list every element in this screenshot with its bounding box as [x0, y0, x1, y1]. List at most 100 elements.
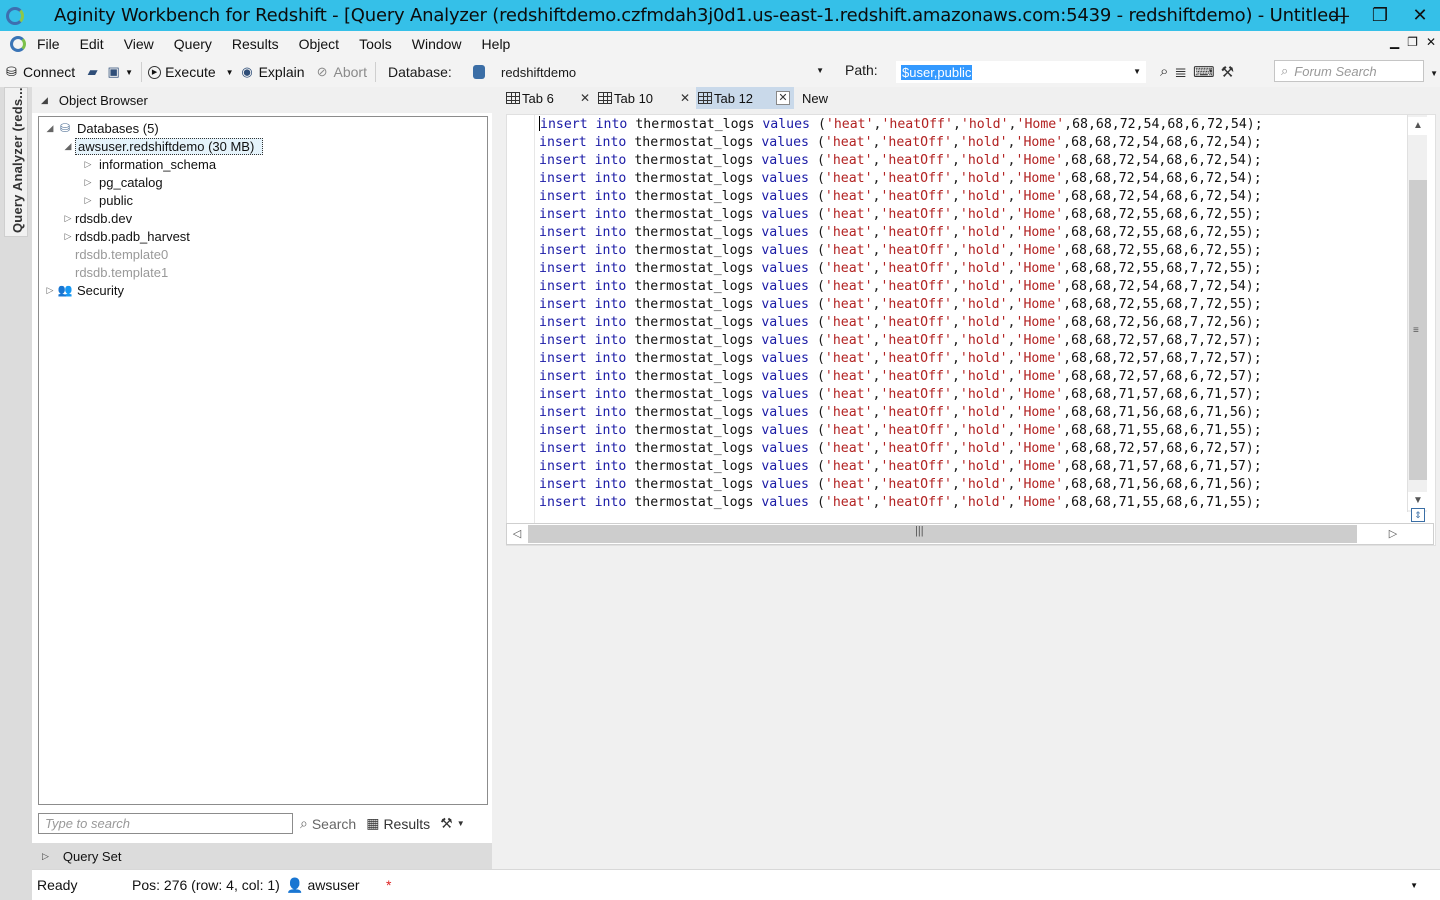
code-line[interactable]: insert into thermostat_logs values ('hea…: [539, 368, 1263, 386]
code-line[interactable]: insert into thermostat_logs values ('hea…: [539, 332, 1263, 350]
code-line[interactable]: insert into thermostat_logs values ('hea…: [539, 404, 1263, 422]
menu-view[interactable]: View: [124, 36, 154, 52]
code-line[interactable]: insert into thermostat_logs values ('hea…: [539, 116, 1263, 134]
expand-icon[interactable]: ▷: [42, 851, 49, 862]
monitor-icon[interactable]: ⌨: [1193, 63, 1215, 81]
code-line[interactable]: insert into thermostat_logs values ('hea…: [539, 206, 1263, 224]
sql-editor[interactable]: insert into thermostat_logs values ('hea…: [506, 114, 1436, 546]
format-icon[interactable]: ≣: [1174, 63, 1187, 81]
code-line[interactable]: insert into thermostat_logs values ('hea…: [539, 386, 1263, 404]
mdi-close-button[interactable]: ✕: [1426, 35, 1436, 49]
code-line[interactable]: insert into thermostat_logs values ('hea…: [539, 170, 1263, 188]
menu-object[interactable]: Object: [299, 36, 339, 52]
tab-10[interactable]: Tab 10 ✕: [596, 87, 696, 109]
forum-search-input[interactable]: ⌕ Forum Search: [1274, 60, 1424, 82]
code-line[interactable]: insert into thermostat_logs values ('hea…: [539, 314, 1263, 332]
close-window-button[interactable]: ✕: [1400, 0, 1440, 31]
expanded-icon[interactable]: ◢: [43, 123, 57, 134]
code-line[interactable]: insert into thermostat_logs values ('hea…: [539, 242, 1263, 260]
code-line[interactable]: insert into thermostat_logs values ('hea…: [539, 260, 1263, 278]
code-line[interactable]: insert into thermostat_logs values ('hea…: [539, 458, 1263, 476]
tools-dropdown-button[interactable]: ⚒ ▼: [440, 815, 464, 832]
explain-button[interactable]: ◉ Explain: [240, 64, 304, 80]
scroll-up-icon[interactable]: ▲: [1408, 117, 1428, 135]
toolbar-overflow-icon[interactable]: ▼: [1430, 69, 1438, 78]
connect-button[interactable]: ⛁ Connect: [4, 64, 75, 80]
expanded-icon[interactable]: ◢: [61, 141, 75, 152]
code-line[interactable]: insert into thermostat_logs values ('hea…: [539, 440, 1263, 458]
restore-button[interactable]: ❐: [1360, 0, 1400, 31]
minimize-button[interactable]: —: [1320, 0, 1360, 31]
tree-node-rdsdb-template1[interactable]: rdsdb.template1: [75, 263, 168, 281]
open-button[interactable]: ▰: [85, 64, 100, 79]
tree-node-pg-catalog[interactable]: ▷ pg_catalog: [81, 173, 163, 191]
menu-query[interactable]: Query: [174, 36, 212, 52]
settings-icon[interactable]: ⚒: [1221, 63, 1234, 81]
results-button[interactable]: ▦ Results: [366, 815, 430, 832]
code-line[interactable]: insert into thermostat_logs values ('hea…: [539, 476, 1263, 494]
menu-results[interactable]: Results: [232, 36, 279, 52]
tree-node-public[interactable]: ▷ public: [81, 191, 133, 209]
code-line[interactable]: insert into thermostat_logs values ('hea…: [539, 152, 1263, 170]
object-browser-header[interactable]: ◢ Object Browser: [32, 87, 492, 113]
code-line[interactable]: insert into thermostat_logs values ('hea…: [539, 188, 1263, 206]
close-tab-icon[interactable]: ✕: [580, 91, 590, 105]
search-button[interactable]: ⌕ Search: [300, 815, 356, 832]
code-line[interactable]: insert into thermostat_logs values ('hea…: [539, 134, 1263, 152]
object-search-input[interactable]: Type to search: [38, 813, 293, 834]
menu-window[interactable]: Window: [412, 36, 462, 52]
scroll-thumb[interactable]: [528, 525, 1357, 543]
query-set-panel-header[interactable]: ▷ Query Set: [32, 843, 492, 869]
collapse-icon[interactable]: ◢: [41, 95, 48, 106]
sql-string: 'heat': [824, 153, 873, 168]
code-line[interactable]: insert into thermostat_logs values ('hea…: [539, 494, 1263, 512]
sql-code[interactable]: insert into thermostat_logs values ('hea…: [539, 116, 1263, 512]
close-tab-icon[interactable]: ✕: [776, 91, 790, 105]
tree-node-rdsdb-padb-harvest[interactable]: ▷ rdsdb.padb_harvest: [61, 227, 190, 245]
collapsed-icon[interactable]: ▷: [43, 285, 57, 296]
save-dropdown-icon[interactable]: ▼: [125, 68, 133, 77]
vertical-scrollbar[interactable]: ▲ ≡ ▼: [1407, 115, 1428, 512]
tree-node-rdsdb-template0[interactable]: rdsdb.template0: [75, 245, 168, 263]
tree-node-databases[interactable]: ◢ ⛁ Databases (5): [43, 119, 159, 137]
collapsed-icon[interactable]: ▷: [81, 159, 95, 170]
path-input[interactable]: $user,public ▼: [896, 61, 1146, 83]
menu-file[interactable]: File: [37, 36, 60, 52]
menu-help[interactable]: Help: [482, 36, 511, 52]
horizontal-scrollbar[interactable]: ◁ ||| ▷: [506, 523, 1434, 545]
tree-node-rdsdb-dev[interactable]: ▷ rdsdb.dev: [61, 209, 133, 227]
split-editor-icon[interactable]: ⇕: [1411, 508, 1425, 522]
menu-tools[interactable]: Tools: [359, 36, 392, 52]
code-line[interactable]: insert into thermostat_logs values ('hea…: [539, 224, 1263, 242]
code-line[interactable]: insert into thermostat_logs values ('hea…: [539, 422, 1263, 440]
code-line[interactable]: insert into thermostat_logs values ('hea…: [539, 278, 1263, 296]
collapsed-icon[interactable]: ▷: [61, 213, 75, 224]
app-menu-icon[interactable]: [10, 36, 26, 52]
status-dropdown-icon[interactable]: ▼: [1410, 881, 1418, 890]
sql-table-name: thermostat_logs: [634, 423, 754, 438]
code-line[interactable]: insert into thermostat_logs values ('hea…: [539, 296, 1263, 314]
mdi-restore-button[interactable]: ❐: [1407, 35, 1418, 49]
code-line[interactable]: insert into thermostat_logs values ('hea…: [539, 350, 1263, 368]
execute-button[interactable]: ▶ Execute ▼: [148, 64, 234, 80]
collapsed-icon[interactable]: ▷: [81, 195, 95, 206]
abort-button[interactable]: ⊘ Abort: [315, 64, 367, 80]
tree-node-security[interactable]: ▷ 👥 Security: [43, 281, 124, 299]
new-tab-button[interactable]: New: [794, 87, 828, 109]
tree-node-information-schema[interactable]: ▷ information_schema: [81, 155, 217, 173]
tree-node-awsuser-redshiftdemo[interactable]: ◢ awsuser.redshiftdemo (30 MB): [61, 137, 264, 155]
collapsed-icon[interactable]: ▷: [61, 231, 75, 242]
save-button[interactable]: ▣ ▼: [106, 64, 134, 79]
menu-edit[interactable]: Edit: [80, 36, 104, 52]
query-analyzer-side-tab[interactable]: Query Analyzer (reds...: [4, 87, 28, 237]
database-select[interactable]: redshiftdemo ▼: [470, 61, 828, 83]
execute-dropdown-icon[interactable]: ▼: [226, 68, 234, 77]
tab-6[interactable]: Tab 6 ✕: [504, 87, 596, 109]
close-tab-icon[interactable]: ✕: [680, 91, 690, 105]
scroll-left-icon[interactable]: ◁: [507, 524, 527, 544]
mdi-minimize-button[interactable]: ▁: [1390, 35, 1399, 49]
scroll-right-icon[interactable]: ▷: [1383, 524, 1403, 544]
find-icon[interactable]: ⌕: [1160, 63, 1168, 81]
tab-12[interactable]: Tab 12 ✕: [696, 87, 794, 109]
collapsed-icon[interactable]: ▷: [81, 177, 95, 188]
